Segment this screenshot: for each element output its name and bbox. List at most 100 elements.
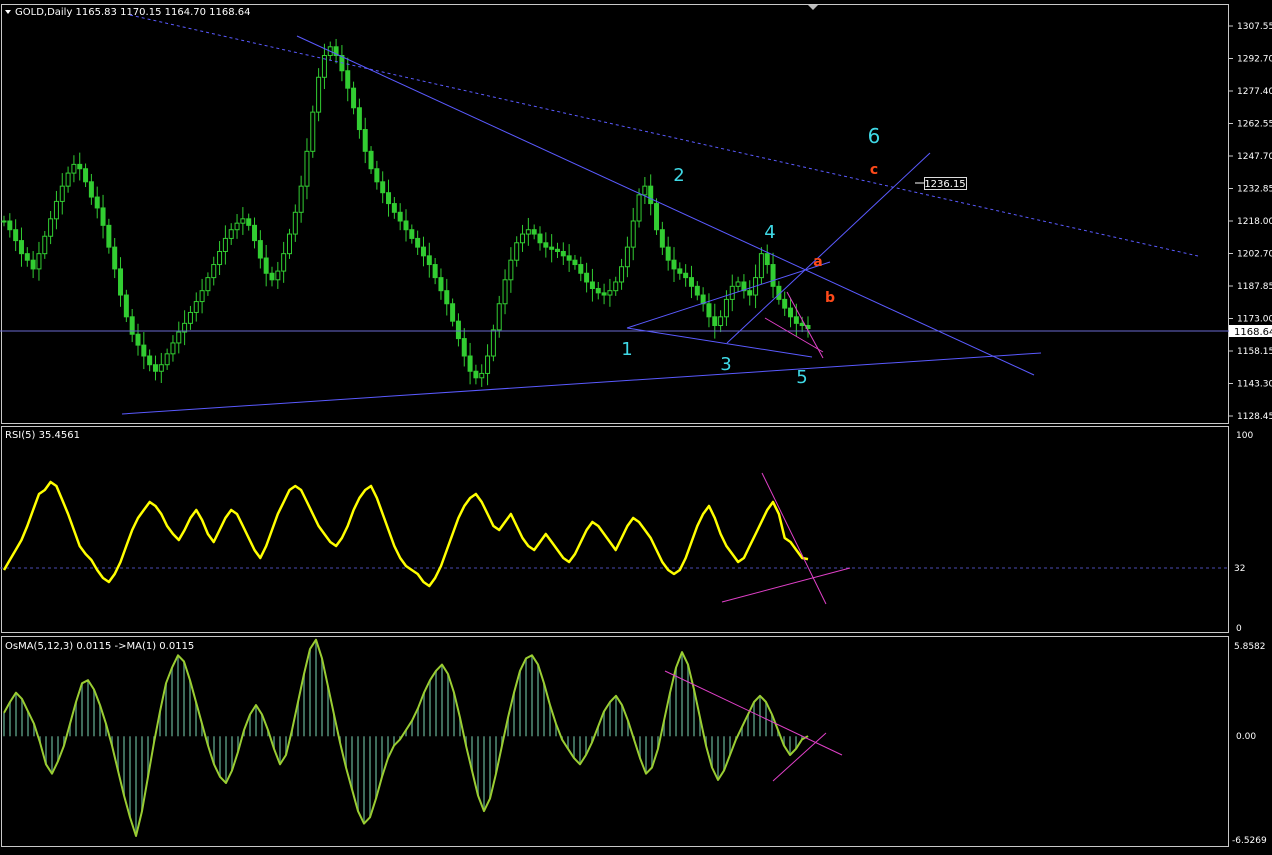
candle-body [362,129,368,152]
candle-body [479,372,485,379]
candle-body [380,181,386,194]
candle-body [549,246,555,250]
candle-body [619,266,625,283]
osma-histogram [3,639,809,837]
candle-body [211,264,217,279]
candle-body [537,233,543,244]
candle-body [106,224,112,248]
candle-body [374,168,380,183]
candle-body [316,76,322,113]
candle-body [100,207,106,226]
candle-body [252,224,258,242]
candle-body [36,253,42,270]
candle-body [450,303,456,322]
candle-body [88,181,94,198]
candle-body [554,248,560,252]
candle-body [222,237,228,252]
wave-label-3: 3 [720,354,731,375]
lower-support-trendline[interactable] [121,352,1042,415]
candle-body [304,150,310,187]
candle-body [531,229,537,235]
candle-body [176,331,182,344]
candle-body [170,342,176,355]
candle-body [677,268,683,274]
candle-body [758,253,764,279]
candle-body [356,107,362,131]
candle-body [193,301,199,313]
chart-shift-marker-icon[interactable] [808,5,818,10]
candle-body [467,355,473,372]
abc-label-b: b [825,290,835,306]
candle-body [1,220,7,223]
candle-body [560,250,566,257]
triangle-lower-line[interactable] [626,327,813,358]
pink-line-2[interactable] [786,291,824,359]
price-axis-label: 1262.55 [1237,120,1272,130]
rsi-axis-100: 100 [1236,431,1253,441]
price-axis-label: 1143.30 [1237,380,1272,390]
osma-header: OsMA(5,12,3) 0.0115 ->MA(1) 0.0115 [5,641,194,652]
pane-menu-icon[interactable] [5,10,11,14]
triangle-upper-line[interactable] [626,261,831,329]
wave-label-2: 2 [673,165,684,186]
candle-body [59,185,65,202]
main-header: GOLD,Daily 1165.83 1170.15 1164.70 1168.… [15,7,251,18]
candle-body [234,222,240,231]
trading-chart[interactable]: GOLD,Daily 1165.83 1170.15 1164.70 1168.… [0,0,1272,851]
rsi-line [2,480,809,588]
candle-body [630,220,636,248]
candle-body [83,168,89,183]
descending-trendline[interactable] [296,35,1035,376]
candle-body [613,281,619,292]
candle-body [42,235,48,255]
candle-body [508,259,514,281]
candle-body [659,229,665,248]
candle-body [135,333,141,346]
candle-body [13,229,19,242]
rsi-pink-line-1[interactable] [761,472,827,605]
candle-body [438,277,444,292]
candle-body [94,196,100,209]
candle-body [409,229,415,239]
candle-body [520,233,526,244]
candle-body [654,203,660,231]
osma-axis-min: -6.5269 [1232,836,1267,846]
candle-body [665,246,671,261]
candle-body [199,290,205,303]
candle-body [118,268,124,296]
candle-body [601,292,607,296]
osma-axis-max: 5.8582 [1234,642,1266,652]
candle-body [607,290,613,296]
candle-body [420,246,426,257]
price-axis-label: 1307.55 [1237,22,1272,32]
upper-dashed-trendline[interactable] [129,14,1199,257]
candle-body [228,229,234,239]
rsi-pink-line-2[interactable] [721,567,851,603]
candle-body [485,355,491,374]
candle-body [735,281,741,287]
candle-body [543,242,549,248]
price-axis-label: 1218.00 [1237,217,1272,227]
candle-body [368,150,374,170]
wave-label-6: 6 [868,124,881,148]
chart-svg[interactable]: GOLD,Daily 1165.83 1170.15 1164.70 1168.… [0,0,1272,851]
candle-body [310,111,316,152]
candle-body [71,163,77,174]
rsi-header: RSI(5) 35.4561 [5,430,80,441]
candle-body [351,87,357,109]
candle-body [158,364,164,372]
candle-body [572,259,578,266]
candle-body [152,364,158,372]
candle-body [688,277,694,287]
target-price-label: 1236.15 [924,179,965,190]
candle-body [123,294,129,318]
abc-label-a: a [813,254,822,270]
candle-body [205,277,211,292]
candle-body [595,288,601,294]
candle-body [788,307,794,318]
price-axis-label: 1187.85 [1237,282,1272,292]
candle-body [65,172,71,187]
candle-body [566,255,572,261]
rsi-axis-32: 32 [1234,564,1245,574]
candle-body [141,344,147,357]
